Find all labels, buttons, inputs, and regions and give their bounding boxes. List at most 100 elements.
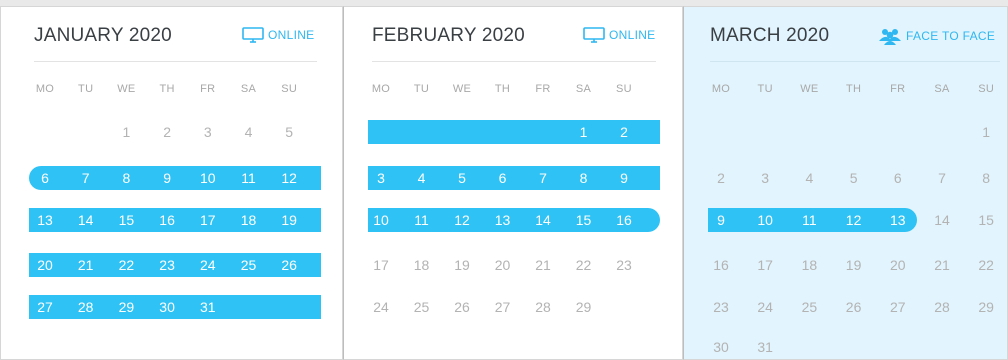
day-cell[interactable]: 7 — [927, 170, 957, 186]
day-cell[interactable]: 3 — [750, 170, 780, 186]
day-cell[interactable]: 6 — [488, 170, 518, 186]
day-cell[interactable]: 10 — [193, 170, 223, 186]
day-cell[interactable]: 10 — [750, 212, 780, 228]
weekday-header: TH — [159, 83, 175, 95]
day-cell[interactable]: 18 — [407, 257, 437, 273]
day-cell[interactable]: 19 — [839, 257, 869, 273]
day-cell[interactable]: 4 — [794, 170, 824, 186]
day-cell[interactable]: 23 — [152, 257, 182, 273]
day-cell[interactable]: 17 — [750, 257, 780, 273]
day-cell[interactable]: 30 — [706, 339, 736, 355]
day-cell[interactable]: 12 — [839, 212, 869, 228]
day-cell[interactable]: 28 — [528, 299, 558, 315]
day-cell[interactable]: 2 — [706, 170, 736, 186]
day-cell[interactable]: 5 — [839, 170, 869, 186]
day-cell[interactable]: 9 — [706, 212, 736, 228]
day-cell[interactable]: 16 — [152, 212, 182, 228]
day-cell[interactable]: 25 — [794, 299, 824, 315]
day-cell[interactable]: 2 — [152, 124, 182, 140]
day-cell[interactable]: 8 — [971, 170, 1001, 186]
day-cell[interactable]: 27 — [488, 299, 518, 315]
day-cell[interactable]: 31 — [750, 339, 780, 355]
day-cell[interactable]: 26 — [839, 299, 869, 315]
day-cell[interactable]: 12 — [274, 170, 304, 186]
day-cell[interactable]: 11 — [794, 212, 824, 228]
day-cell[interactable]: 15 — [569, 212, 599, 228]
day-cell[interactable]: 8 — [569, 170, 599, 186]
face-to-face-badge[interactable]: FACE TO FACE — [878, 27, 995, 45]
day-cell[interactable]: 21 — [528, 257, 558, 273]
day-cell[interactable]: 19 — [447, 257, 477, 273]
day-cell[interactable]: 24 — [750, 299, 780, 315]
day-cell[interactable]: 18 — [234, 212, 264, 228]
day-cell[interactable]: 18 — [794, 257, 824, 273]
day-cell[interactable]: 4 — [407, 170, 437, 186]
day-cell[interactable]: 29 — [569, 299, 599, 315]
day-cell[interactable]: 23 — [609, 257, 639, 273]
day-cell[interactable]: 10 — [366, 212, 396, 228]
day-cell[interactable]: 25 — [234, 257, 264, 273]
day-cell[interactable]: 30 — [152, 299, 182, 315]
day-cell[interactable]: 29 — [111, 299, 141, 315]
day-cell[interactable]: 28 — [927, 299, 957, 315]
day-cell[interactable]: 26 — [274, 257, 304, 273]
day-cell[interactable]: 31 — [193, 299, 223, 315]
day-cell[interactable]: 29 — [971, 299, 1001, 315]
day-cell[interactable]: 6 — [883, 170, 913, 186]
day-cell[interactable]: 8 — [111, 170, 141, 186]
people-icon — [879, 29, 901, 45]
calendar-march: MARCH 2020 FACE TO FACE MO TU WE TH FR SA SU 1 2… — [683, 6, 1008, 360]
day-cell[interactable]: 14 — [927, 212, 957, 228]
day-cell[interactable]: 28 — [71, 299, 101, 315]
day-cell[interactable]: 7 — [71, 170, 101, 186]
day-cell[interactable]: 1 — [111, 124, 141, 140]
day-cell[interactable]: 5 — [447, 170, 477, 186]
day-cell[interactable]: 11 — [234, 170, 264, 186]
weekday-header: MO — [711, 83, 731, 95]
day-cell[interactable]: 15 — [111, 212, 141, 228]
day-cell[interactable]: 14 — [71, 212, 101, 228]
day-cell[interactable]: 6 — [30, 170, 60, 186]
day-cell[interactable]: 20 — [488, 257, 518, 273]
day-cell[interactable]: 24 — [366, 299, 396, 315]
day-cell[interactable]: 25 — [407, 299, 437, 315]
day-cell[interactable]: 17 — [193, 212, 223, 228]
day-cell[interactable]: 21 — [71, 257, 101, 273]
day-cell[interactable]: 1 — [569, 124, 599, 140]
day-cell[interactable]: 16 — [706, 257, 736, 273]
day-cell[interactable]: 9 — [609, 170, 639, 186]
day-cell[interactable]: 12 — [447, 212, 477, 228]
day-cell[interactable]: 2 — [609, 124, 639, 140]
day-cell[interactable]: 3 — [366, 170, 396, 186]
day-cell[interactable]: 9 — [152, 170, 182, 186]
day-cell[interactable]: 26 — [447, 299, 477, 315]
day-cell[interactable]: 23 — [706, 299, 736, 315]
day-cell[interactable]: 3 — [193, 124, 223, 140]
day-cell[interactable]: 5 — [274, 124, 304, 140]
day-cell[interactable]: 13 — [488, 212, 518, 228]
weekday-header: TH — [845, 83, 862, 95]
day-cell[interactable]: 20 — [883, 257, 913, 273]
day-cell[interactable]: 13 — [30, 212, 60, 228]
day-cell[interactable]: 22 — [111, 257, 141, 273]
day-cell[interactable]: 11 — [407, 212, 437, 228]
day-cell[interactable]: 14 — [528, 212, 558, 228]
day-cell[interactable]: 17 — [366, 257, 396, 273]
day-cell[interactable]: 4 — [234, 124, 264, 140]
online-badge[interactable]: ONLINE — [583, 27, 655, 43]
day-cell[interactable]: 1 — [971, 124, 1001, 140]
day-cell[interactable]: 13 — [883, 212, 913, 228]
day-cell[interactable]: 21 — [927, 257, 957, 273]
day-cell[interactable]: 22 — [971, 257, 1001, 273]
online-badge[interactable]: ONLINE — [242, 27, 314, 43]
day-cell[interactable]: 24 — [193, 257, 223, 273]
day-cell[interactable]: 15 — [971, 212, 1001, 228]
day-cell[interactable]: 27 — [30, 299, 60, 315]
day-cell[interactable]: 20 — [30, 257, 60, 273]
day-cell[interactable]: 16 — [609, 212, 639, 228]
day-cell[interactable]: 19 — [274, 212, 304, 228]
day-cell[interactable]: 22 — [569, 257, 599, 273]
day-cell[interactable]: 7 — [528, 170, 558, 186]
day-cell[interactable]: 27 — [883, 299, 913, 315]
month-title: FEBRUARY 2020 — [372, 25, 525, 46]
